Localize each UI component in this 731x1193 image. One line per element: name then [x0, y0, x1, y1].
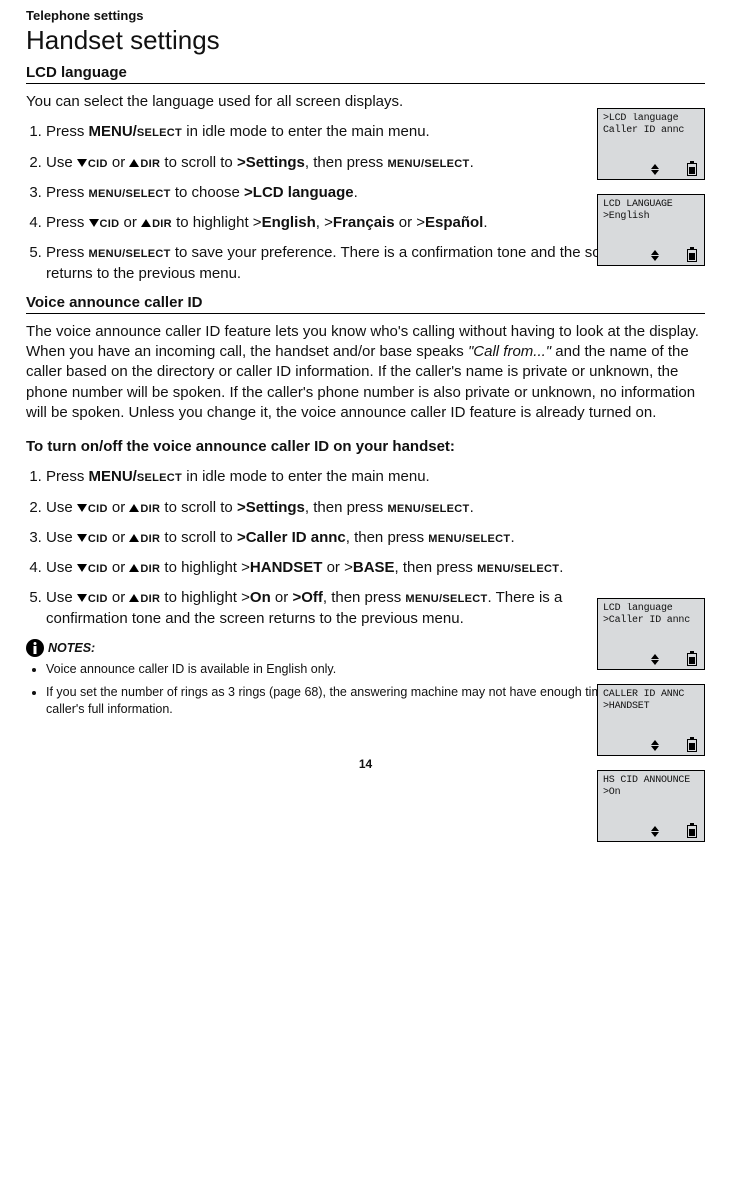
- arrow-down-icon: [77, 534, 87, 542]
- step-5: Use CID or DIR to highlight >On or >Off,…: [46, 588, 631, 629]
- intro-text: You can select the language used for all…: [26, 92, 611, 112]
- battery-icon: [687, 163, 697, 176]
- arrow-up-icon: [129, 534, 139, 542]
- battery-icon: [687, 825, 697, 838]
- page-title: Handset settings: [26, 25, 705, 56]
- lcd-screen: LCD LANGUAGE >English: [597, 194, 705, 266]
- steps-voice-announce: Press MENU/SELECT in idle mode to enter …: [26, 467, 631, 629]
- step-2: Use CID or DIR to scroll to >Settings, t…: [46, 153, 631, 173]
- arrow-down-icon: [89, 219, 99, 227]
- arrow-up-icon: [129, 594, 139, 602]
- nav-arrows-icon: [651, 164, 659, 175]
- lcd-screen: LCD language >Caller ID annc: [597, 598, 705, 670]
- lcd-screen: >LCD language Caller ID annc: [597, 108, 705, 180]
- nav-arrows-icon: [651, 826, 659, 837]
- step-2: Use CID or DIR to scroll to >Settings, t…: [46, 498, 631, 518]
- nav-arrows-icon: [651, 740, 659, 751]
- nav-arrows-icon: [651, 250, 659, 261]
- lcd-screen: CALLER ID ANNC >HANDSET: [597, 684, 705, 756]
- arrow-up-icon: [129, 504, 139, 512]
- step-1: Press MENU/SELECT in idle mode to enter …: [46, 467, 631, 487]
- section-heading-lcd-language: LCD language: [26, 64, 705, 81]
- arrow-down-icon: [77, 159, 87, 167]
- arrow-down-icon: [77, 594, 87, 602]
- battery-icon: [687, 739, 697, 752]
- step-4: Press CID or DIR to highlight >English, …: [46, 213, 631, 233]
- arrow-up-icon: [141, 219, 151, 227]
- lcd-screen: HS CID ANNOUNCE >On: [597, 770, 705, 842]
- section-heading-voice-announce: Voice announce caller ID: [26, 294, 705, 311]
- battery-icon: [687, 249, 697, 262]
- step-3: Use CID or DIR to scroll to >Caller ID a…: [46, 528, 631, 548]
- arrow-up-icon: [129, 564, 139, 572]
- step-4: Use CID or DIR to highlight >HANDSET or …: [46, 558, 631, 578]
- arrow-down-icon: [77, 564, 87, 572]
- voice-subheading: To turn on/off the voice announce caller…: [26, 437, 611, 457]
- step-5: Press MENU/SELECT to save your preferenc…: [46, 243, 631, 284]
- step-3: Press MENU/SELECT to choose >LCD languag…: [46, 183, 631, 203]
- battery-icon: [687, 653, 697, 666]
- steps-lcd-language: Press MENU/SELECT in idle mode to enter …: [26, 122, 631, 284]
- divider: [26, 83, 705, 84]
- divider: [26, 313, 705, 314]
- step-1: Press MENU/SELECT in idle mode to enter …: [46, 122, 631, 142]
- voice-intro: The voice announce caller ID feature let…: [26, 322, 705, 423]
- breadcrumb: Telephone settings: [26, 8, 705, 23]
- lcd-previews-top: >LCD language Caller ID annc LCD LANGUAG…: [597, 108, 705, 266]
- info-icon: [26, 639, 44, 657]
- notes-label: NOTES:: [48, 641, 95, 655]
- lcd-previews-mid: LCD language >Caller ID annc CALLER ID A…: [597, 598, 705, 842]
- arrow-up-icon: [129, 159, 139, 167]
- arrow-down-icon: [77, 504, 87, 512]
- nav-arrows-icon: [651, 654, 659, 665]
